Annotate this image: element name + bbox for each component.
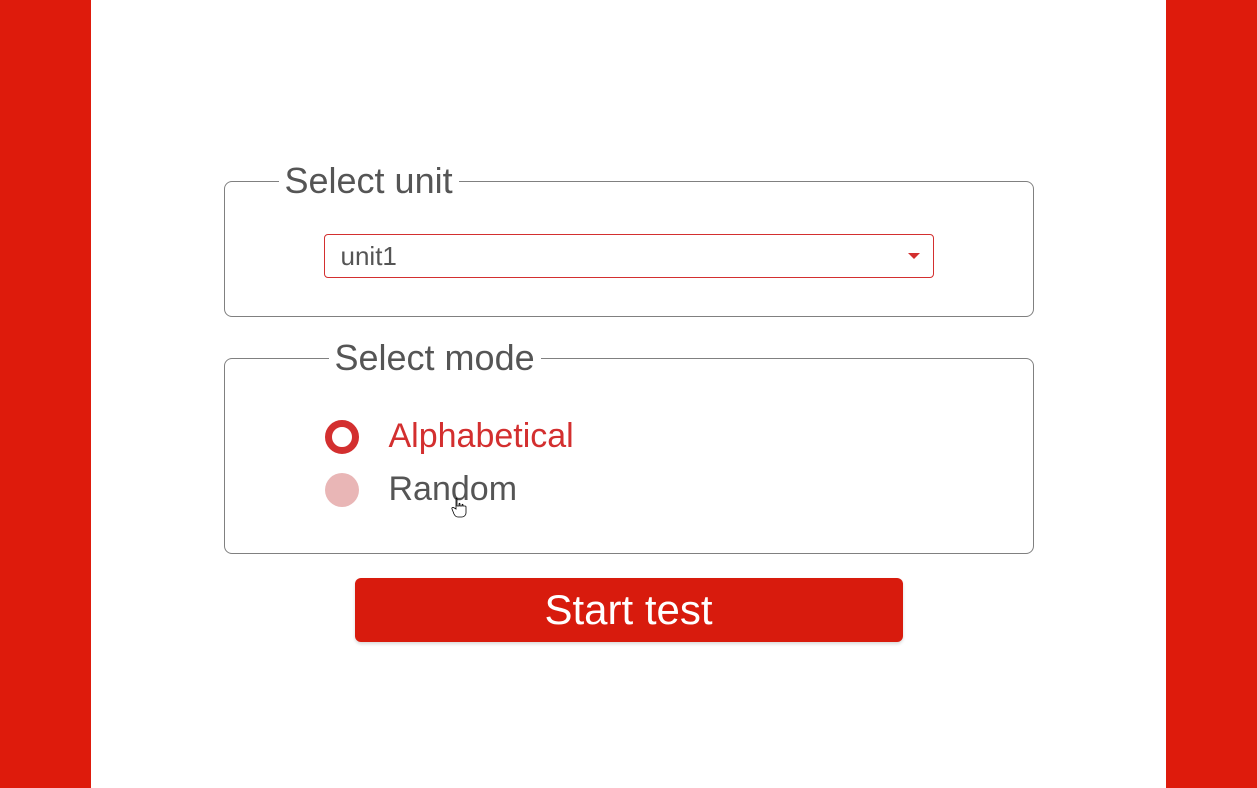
- unit-select[interactable]: unit1: [324, 234, 934, 278]
- select-unit-legend: Select unit: [279, 160, 459, 202]
- mode-option-random[interactable]: Random: [325, 470, 983, 509]
- mode-label-random: Random: [389, 470, 518, 509]
- main-panel: Select unit unit1 Select mode Alphabetic…: [91, 0, 1166, 788]
- radio-selected-icon: [325, 420, 359, 454]
- unit-select-wrapper: unit1: [324, 234, 934, 278]
- select-mode-legend: Select mode: [329, 337, 541, 379]
- mode-option-alphabetical[interactable]: Alphabetical: [325, 417, 983, 456]
- select-unit-fieldset: Select unit unit1: [224, 160, 1034, 317]
- start-test-button[interactable]: Start test: [355, 578, 903, 642]
- select-mode-fieldset: Select mode Alphabetical Random: [224, 337, 1034, 554]
- radio-unselected-icon: [325, 473, 359, 507]
- mode-label-alphabetical: Alphabetical: [389, 417, 574, 456]
